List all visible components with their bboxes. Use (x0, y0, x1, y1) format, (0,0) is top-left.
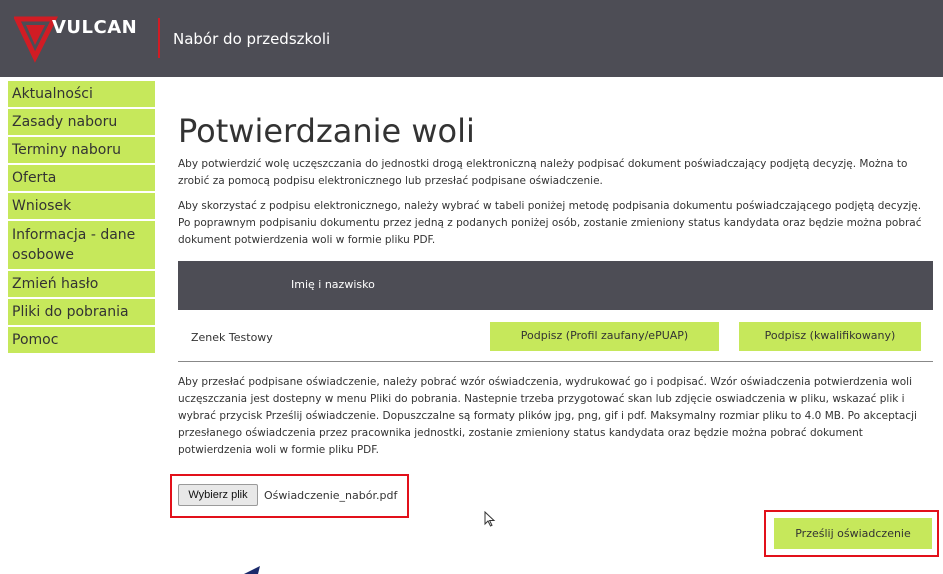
intro-paragraph-2: Aby skorzystać z podpisu elektronicznego… (178, 200, 922, 246)
sidebar-item-oferta[interactable]: Oferta (8, 165, 155, 193)
brand-name: VULCAN (52, 17, 138, 38)
sidebar-item-wniosek[interactable]: Wniosek (8, 193, 155, 221)
page-title: Potwierdzanie woli (178, 112, 475, 150)
submit-statement-button[interactable]: Prześlij oświadczenie (774, 518, 932, 549)
main-content: Potwierdzanie woli (178, 108, 933, 154)
sidebar-item-pomoc[interactable]: Pomoc (8, 327, 155, 355)
table-row-divider (178, 361, 933, 362)
footer-logo-icon (244, 566, 260, 574)
sign-profile-button[interactable]: Podpisz (Profil zaufany/ePUAP) (490, 322, 719, 351)
app-header: VULCAN Nabór do przedszkoli (0, 0, 943, 77)
sign-qualified-button[interactable]: Podpisz (kwalifikowany) (739, 322, 921, 351)
sidebar-item-zasady-naboru[interactable]: Zasady naboru (8, 109, 155, 137)
table-row-name: Zenek Testowy (191, 331, 273, 344)
column-name-header: Imię i nazwisko (291, 278, 375, 291)
choose-file-button[interactable]: Wybierz plik (178, 484, 258, 506)
upload-info-paragraph: Aby przesłać podpisane oświadczenie, nal… (178, 376, 917, 456)
sidebar-item-aktualnosci[interactable]: Aktualności (8, 81, 155, 109)
sidebar-item-informacja[interactable]: Informacja - dane osobowe (8, 221, 155, 271)
header-divider (158, 18, 160, 58)
sidebar-item-pliki-do-pobrania[interactable]: Pliki do pobrania (8, 299, 155, 327)
sidebar-item-zmien-haslo[interactable]: Zmień hasło (8, 271, 155, 299)
mouse-cursor-icon (484, 511, 496, 527)
sidebar-item-terminy-naboru[interactable]: Terminy naboru (8, 137, 155, 165)
app-title: Nabór do przedszkoli (173, 30, 331, 48)
table-header: Imię i nazwisko (178, 261, 933, 310)
intro-paragraph-1: Aby potwierdzić wolę uczęszczania do jed… (178, 158, 908, 187)
selected-file-name: Oświadczenie_nabór.pdf (264, 489, 398, 502)
sidebar-menu: Aktualności Zasady naboru Terminy naboru… (8, 81, 155, 355)
